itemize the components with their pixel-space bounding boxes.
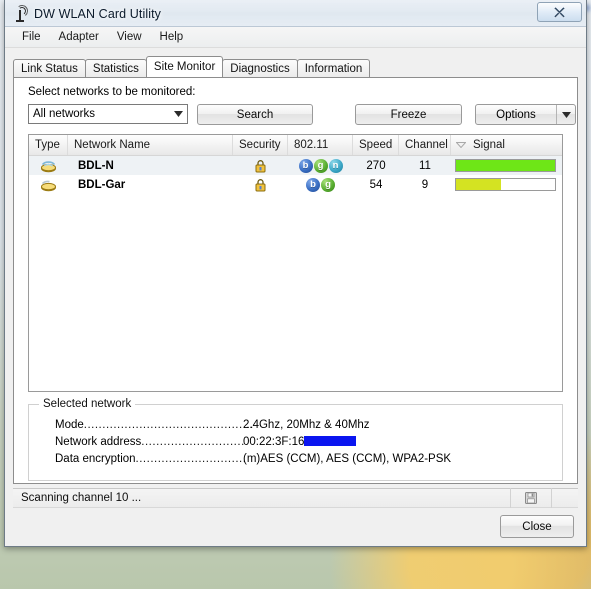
table-row[interactable]: BDL-Gar b g 54 9: [29, 175, 562, 194]
close-window-button[interactable]: [537, 2, 582, 22]
standard-badge-g: g: [313, 158, 328, 173]
signal-strength-bar: [451, 156, 562, 175]
menu-item-file[interactable]: File: [13, 29, 50, 45]
chevron-down-icon: [170, 111, 187, 117]
table-row[interactable]: BDL-N b g n 270 11: [29, 156, 562, 175]
speed-value: 54: [369, 178, 383, 191]
network-name: BDL-N: [78, 159, 114, 172]
lock-icon: [233, 175, 288, 194]
network-list-header: Type Network Name Security 802.11 Speed …: [29, 135, 562, 156]
status-message: Scanning channel 10 ...: [21, 492, 142, 504]
access-point-icon: [29, 175, 68, 194]
access-point-icon: [29, 156, 68, 175]
column-header-channel[interactable]: Channel: [399, 135, 451, 155]
status-bar: Scanning channel 10 ...: [13, 488, 578, 508]
menu-item-view[interactable]: View: [108, 29, 151, 45]
info-dots: ..............................: [135, 453, 247, 465]
select-networks-label: Select networks to be monitored:: [28, 86, 196, 98]
lock-icon: [233, 156, 288, 175]
channel-value: 9: [421, 178, 429, 191]
column-header-security[interactable]: Security: [233, 135, 288, 155]
channel-value: 11: [419, 159, 431, 172]
network-name: BDL-Gar: [78, 178, 126, 191]
wireless-signal-icon: [12, 4, 29, 22]
menu-item-adapter[interactable]: Adapter: [50, 29, 108, 45]
tab-diagnostics[interactable]: Diagnostics: [222, 59, 298, 77]
info-dots: ........................................…: [83, 419, 254, 431]
column-header-80211[interactable]: 802.11: [288, 135, 353, 155]
sort-descending-icon: [456, 142, 466, 148]
selected-network-legend: Selected network: [39, 398, 136, 410]
title-bar[interactable]: DW WLAN Card Utility: [5, 0, 586, 27]
wireless-standards: b g: [288, 175, 353, 194]
chevron-down-icon: [561, 111, 571, 118]
site-monitor-panel: Select networks to be monitored: All net…: [13, 77, 578, 484]
close-button[interactable]: Close: [500, 515, 574, 538]
network-filter-dropdown[interactable]: All networks: [28, 104, 188, 124]
freeze-button[interactable]: Freeze: [355, 104, 462, 125]
redacted-mac-block: [304, 436, 357, 446]
options-button-label: Options: [496, 108, 536, 121]
standard-badge-b: b: [306, 177, 320, 192]
info-value: 00:22:3F:16: [243, 436, 305, 448]
wlan-utility-window: DW WLAN Card Utility File Adapter View H…: [4, 0, 587, 547]
tab-statistics[interactable]: Statistics: [84, 59, 147, 77]
column-header-signal[interactable]: Signal: [451, 135, 562, 155]
standard-badge-b: b: [298, 158, 313, 173]
column-header-signal-label: Signal: [473, 139, 505, 151]
selected-network-groupbox: Selected network Mode ..................…: [28, 398, 563, 481]
speed-value: 270: [366, 159, 386, 172]
window-client-area: File Adapter View Help Link Status Stati…: [5, 27, 586, 546]
close-icon: [554, 6, 565, 18]
info-row-data-encryption: Data encryption ........................…: [55, 453, 548, 465]
options-split-button[interactable]: Options: [475, 104, 576, 125]
wireless-standards: b g n: [288, 156, 353, 175]
info-value: (m)AES (CCM), AES (CCM), WPA2-PSK: [243, 453, 452, 465]
standard-badge-g: g: [321, 177, 335, 192]
info-key: Data encryption: [55, 453, 136, 465]
info-key: Mode: [55, 419, 84, 431]
network-list[interactable]: Type Network Name Security 802.11 Speed …: [28, 134, 563, 392]
column-header-speed[interactable]: Speed: [353, 135, 399, 155]
options-dropdown-arrow[interactable]: [556, 105, 575, 124]
tab-information[interactable]: Information: [296, 59, 371, 77]
info-value-wrap: 00:22:3F:16: [243, 436, 357, 448]
menu-bar: File Adapter View Help: [5, 27, 586, 48]
floppy-disk-save-icon[interactable]: [510, 488, 552, 508]
search-button[interactable]: Search: [197, 104, 313, 125]
tab-strip: Link Status Statistics Site Monitor Diag…: [13, 56, 586, 77]
info-value: 2.4Ghz, 20Mhz & 40Mhz: [243, 419, 370, 431]
column-header-type[interactable]: Type: [29, 135, 68, 155]
info-row-network-address: Network address ........................…: [55, 436, 548, 448]
window-title: DW WLAN Card Utility: [34, 6, 162, 21]
signal-strength-bar: [451, 175, 562, 194]
menu-item-help[interactable]: Help: [151, 29, 193, 45]
standard-badge-n: n: [328, 158, 343, 173]
tab-link-status[interactable]: Link Status: [13, 59, 86, 77]
info-key: Network address: [55, 436, 142, 448]
column-header-network-name[interactable]: Network Name: [68, 135, 233, 155]
network-filter-value: All networks: [33, 108, 95, 120]
info-dots: ............................: [141, 436, 245, 448]
tab-site-monitor[interactable]: Site Monitor: [145, 56, 224, 77]
info-row-mode: Mode ...................................…: [55, 419, 548, 431]
